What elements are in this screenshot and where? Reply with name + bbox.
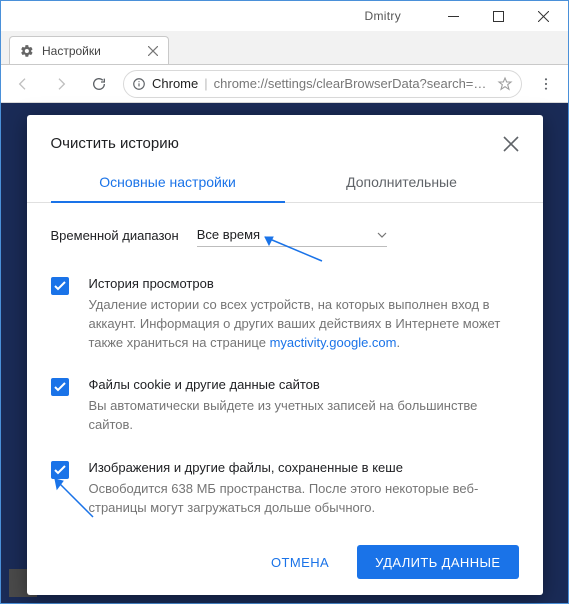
option-browsing-history: История просмотров Удаление истории со в… — [51, 265, 519, 366]
cancel-button[interactable]: ОТМЕНА — [253, 545, 347, 579]
clear-history-dialog: Очистить историю Основные настройки Допо… — [27, 115, 543, 595]
time-range-value: Все время — [197, 227, 260, 242]
window-user-label: Dmitry — [365, 9, 401, 23]
option-description: Вы автоматически выйдете из учетных запи… — [89, 397, 519, 435]
browser-tabstrip: Настройки — [1, 31, 568, 65]
window-close-button[interactable] — [521, 2, 566, 30]
clear-data-button[interactable]: УДАЛИТЬ ДАННЫЕ — [357, 545, 518, 579]
checkbox-cache[interactable] — [51, 461, 69, 479]
omnibox-scheme: Chrome — [152, 76, 198, 91]
myactivity-link[interactable]: myactivity.google.com — [270, 335, 397, 350]
checkbox-cookies[interactable] — [51, 378, 69, 396]
option-cookies: Файлы cookie и другие данные сайтов Вы а… — [51, 366, 519, 449]
site-info-icon — [132, 77, 146, 91]
time-range-row: Временной диапазон Все время — [27, 203, 543, 261]
bookmark-star-icon[interactable] — [497, 76, 513, 92]
window-maximize-button[interactable] — [476, 2, 521, 30]
nav-forward-button[interactable] — [47, 70, 75, 98]
browser-tab[interactable]: Настройки — [9, 36, 169, 64]
omnibox-url: chrome://settings/clearBrowserData?searc… — [214, 76, 491, 91]
browser-menu-button[interactable] — [532, 70, 560, 98]
window-titlebar: Dmitry — [1, 1, 568, 31]
browser-toolbar: Chrome | chrome://settings/clearBrowserD… — [1, 65, 568, 103]
option-cache: Изображения и другие файлы, сохраненные … — [51, 449, 519, 532]
gear-icon — [20, 44, 34, 58]
option-title: Изображения и другие файлы, сохраненные … — [89, 459, 519, 478]
nav-reload-button[interactable] — [85, 70, 113, 98]
options-list: История просмотров Удаление истории со в… — [27, 261, 543, 535]
dialog-actions: ОТМЕНА УДАЛИТЬ ДАННЫЕ — [27, 535, 543, 579]
time-range-select[interactable]: Все время — [197, 223, 387, 247]
option-title: Файлы cookie и другие данные сайтов — [89, 376, 519, 395]
page-content: Очистить историю Основные настройки Допо… — [1, 103, 568, 603]
tab-advanced[interactable]: Дополнительные — [285, 164, 519, 202]
checkbox-browsing-history[interactable] — [51, 277, 69, 295]
dialog-close-button[interactable] — [503, 136, 519, 152]
tab-close-icon[interactable] — [148, 46, 158, 56]
option-title: История просмотров — [89, 275, 519, 294]
tab-basic[interactable]: Основные настройки — [51, 164, 285, 202]
time-range-label: Временной диапазон — [51, 228, 179, 243]
dialog-tabs: Основные настройки Дополнительные — [27, 164, 543, 203]
window-minimize-button[interactable] — [431, 2, 476, 30]
option-description: Освободится 638 МБ пространства. После э… — [89, 480, 519, 518]
dialog-title: Очистить историю — [51, 135, 179, 152]
browser-tab-title: Настройки — [42, 44, 140, 58]
nav-back-button[interactable] — [9, 70, 37, 98]
chevron-down-icon — [377, 230, 387, 240]
address-bar[interactable]: Chrome | chrome://settings/clearBrowserD… — [123, 70, 522, 98]
option-description: Удаление истории со всех устройств, на к… — [89, 296, 519, 353]
